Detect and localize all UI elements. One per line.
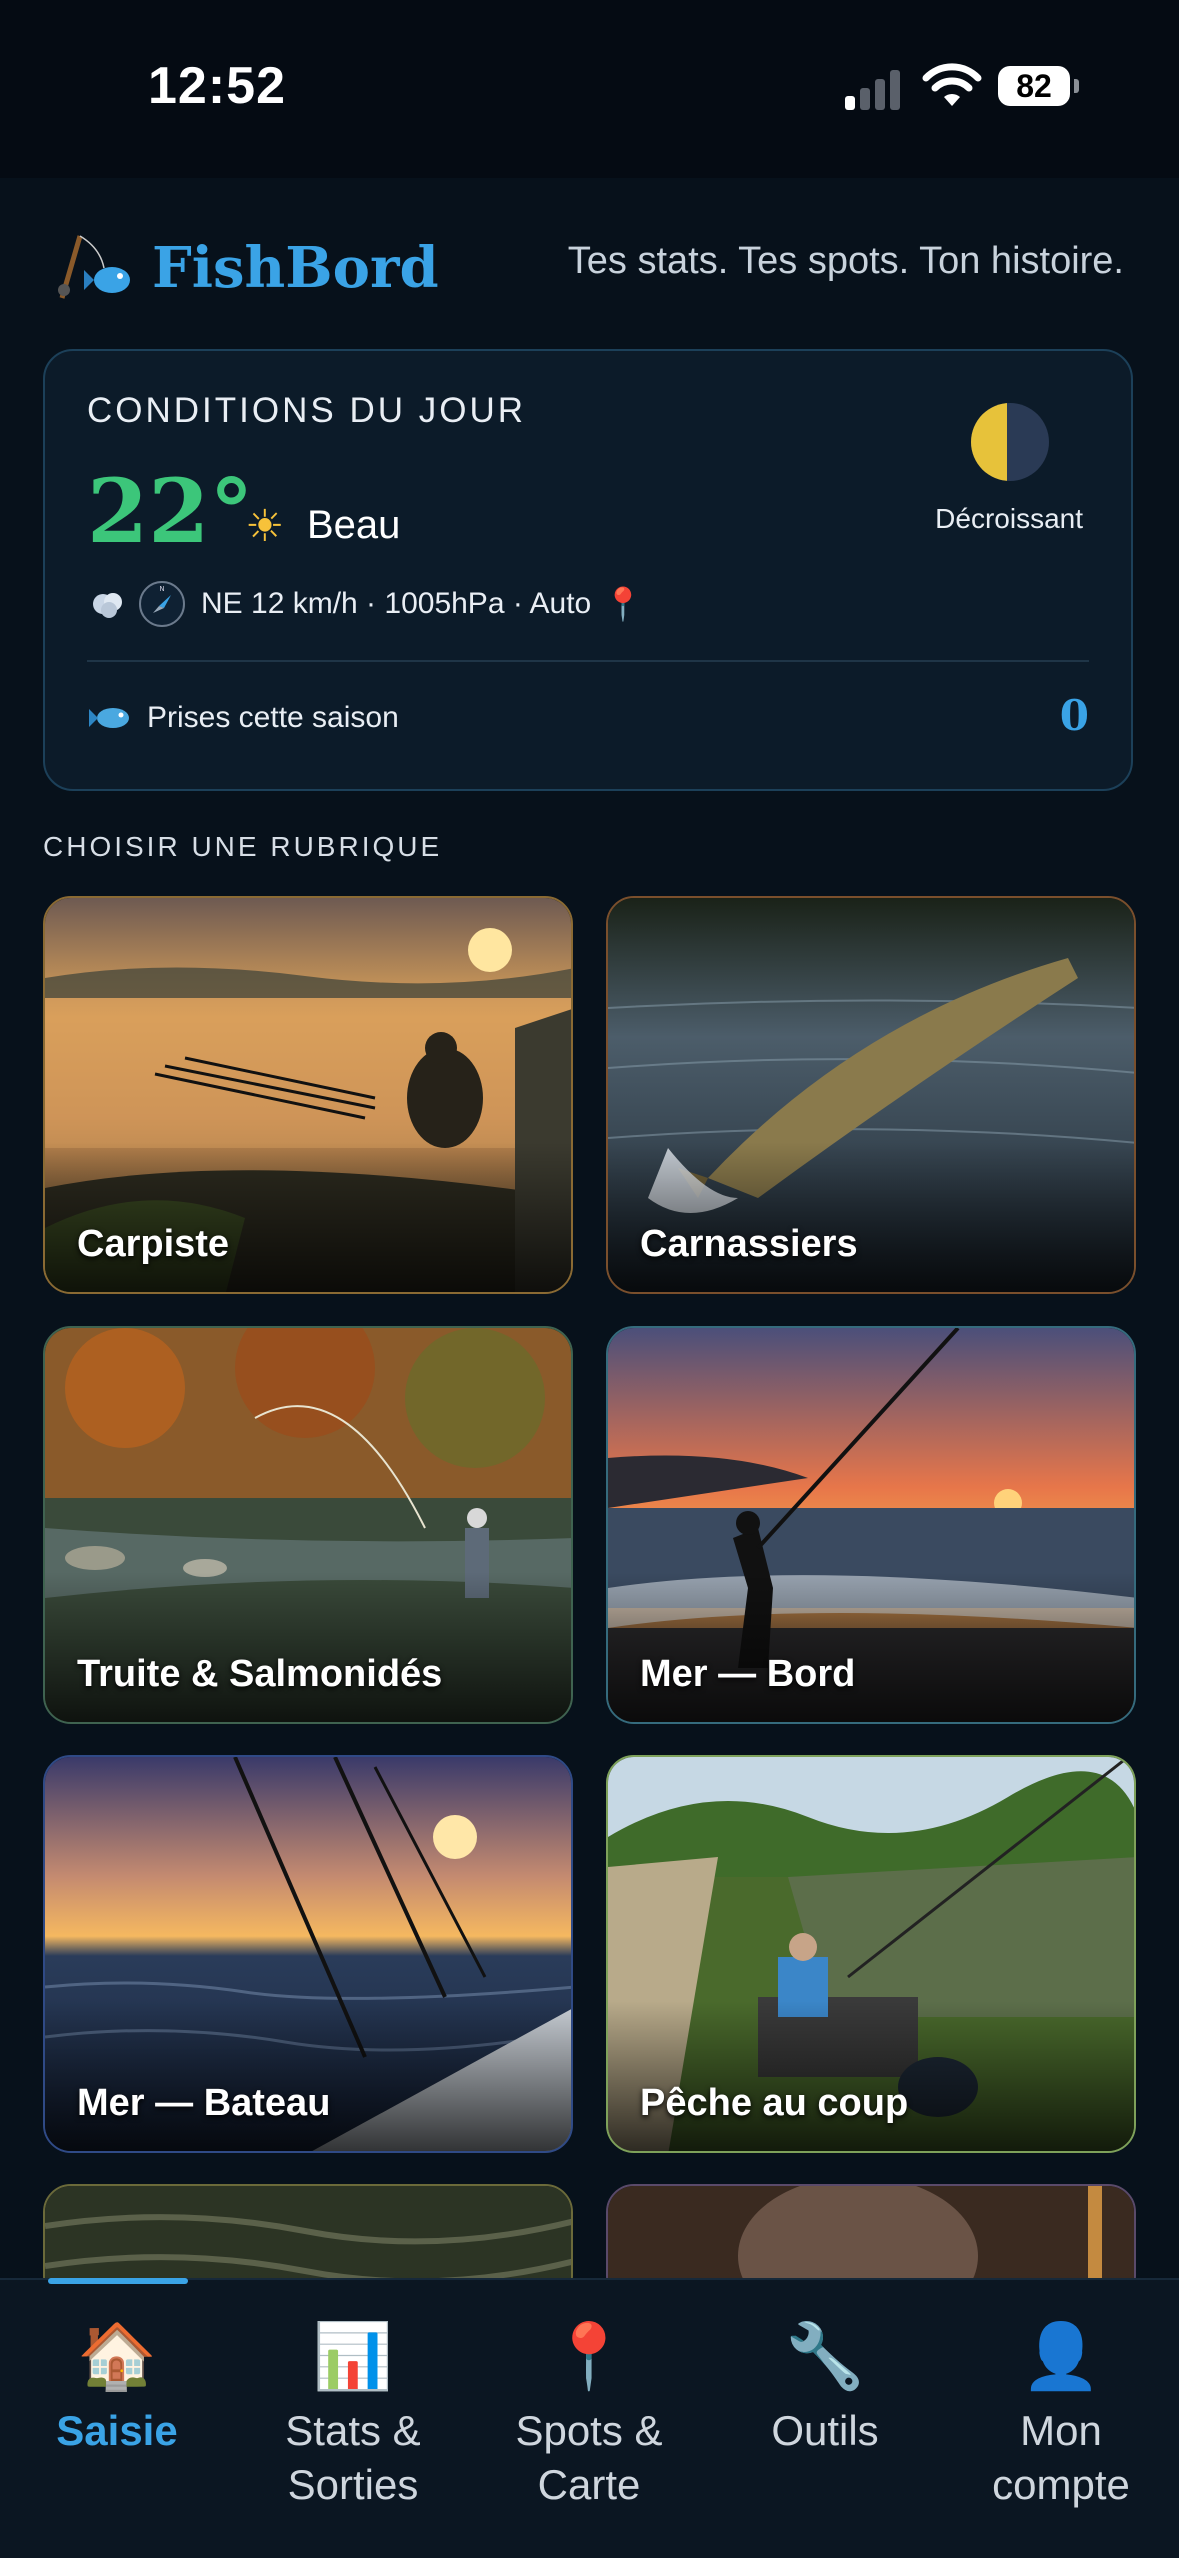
category-label: Pêche au coup <box>640 2082 909 2124</box>
card-shade <box>608 1572 1134 1722</box>
chart-icon: 📊 <box>313 2320 393 2392</box>
signal-icon <box>845 66 903 110</box>
moon-icon <box>971 403 1049 481</box>
compass-icon: N <box>139 581 185 627</box>
active-tab-indicator <box>48 2278 188 2284</box>
moon-phase-label: Décroissant <box>935 503 1083 534</box>
svg-text:N: N <box>159 585 164 593</box>
status-time: 12:52 <box>148 57 286 115</box>
category-card-peche-au-coup[interactable]: Pêche au coup <box>606 1755 1136 2153</box>
category-label: Truite & Salmonidés <box>77 1653 443 1695</box>
catches-count: 0 <box>1059 691 1089 740</box>
wind-details: N NE 12 km/h · 1005hPa · Auto 📍 <box>87 579 643 629</box>
tab-stats-sorties[interactable]: 📊 Stats & Sorties <box>238 2318 468 2512</box>
tab-outils[interactable]: 🔧 Outils <box>710 2318 940 2458</box>
tab-mon-compte[interactable]: 👤 Mon compte <box>946 2318 1176 2512</box>
category-card-carnassiers[interactable]: Carnassiers <box>606 896 1136 1294</box>
category-label: Carnassiers <box>640 1223 858 1265</box>
house-icon: 🏠 <box>77 2320 157 2392</box>
wifi-icon <box>922 63 982 106</box>
category-card-carpiste[interactable]: Carpiste <box>43 896 573 1294</box>
fishing-logo-icon <box>58 235 130 299</box>
wrench-icon: 🔧 <box>785 2320 865 2392</box>
card-shade <box>45 2001 571 2151</box>
card-shade <box>45 1142 571 1292</box>
user-icon: 👤 <box>1021 2320 1101 2392</box>
pin-icon: 📍 <box>549 2320 629 2392</box>
card-shade <box>608 2001 1134 2151</box>
category-card-mer-bord[interactable]: Mer — Bord <box>606 1326 1136 1724</box>
app-name: FishBord <box>152 235 439 301</box>
tab-label: Outils <box>771 2407 879 2454</box>
tab-label: Stats & Sorties <box>285 2407 421 2508</box>
battery-icon: 82 <box>998 66 1079 106</box>
category-card-mer-bateau[interactable]: Mer — Bateau <box>43 1755 573 2153</box>
sun-icon: ☀ <box>245 502 285 551</box>
card-shade <box>608 1142 1134 1292</box>
wind-icon <box>93 593 122 618</box>
tab-label: Saisie <box>56 2407 178 2454</box>
tab-label: Spots & Carte <box>515 2407 663 2508</box>
status-bar: 12:52 82 <box>0 0 1179 178</box>
weather-label: Beau <box>307 503 401 547</box>
conditions-title: CONDITIONS DU JOUR <box>87 391 526 430</box>
conditions-card[interactable]: CONDITIONS DU JOUR 22° ☀ Beau N NE 12 km… <box>43 349 1133 791</box>
app-brand: FishBord <box>50 228 439 308</box>
category-label: Carpiste <box>77 1223 230 1265</box>
divider <box>87 660 1089 662</box>
section-title: CHOISIR UNE RUBRIQUE <box>43 831 443 862</box>
tab-saisie[interactable]: 🏠 Saisie <box>2 2318 232 2458</box>
wind-pressure-text: NE 12 km/h · 1005hPa · Auto <box>201 587 592 620</box>
category-card-truite[interactable]: Truite & Salmonidés <box>43 1326 573 1724</box>
tab-label: Mon compte <box>992 2407 1130 2508</box>
catches-label: Prises cette saison <box>147 701 399 734</box>
tab-spots-carte[interactable]: 📍 Spots & Carte <box>474 2318 704 2512</box>
app-tagline: Tes stats. Tes spots. Ton histoire. <box>567 240 1124 282</box>
temperature: 22° <box>87 459 254 563</box>
fish-icon <box>89 708 129 728</box>
location-pin-icon: 📍 <box>603 586 644 622</box>
card-shade <box>45 1572 571 1722</box>
category-label: Mer — Bateau <box>77 2082 331 2124</box>
category-label: Mer — Bord <box>640 1653 856 1695</box>
catches-row: Prises cette saison <box>87 701 399 735</box>
